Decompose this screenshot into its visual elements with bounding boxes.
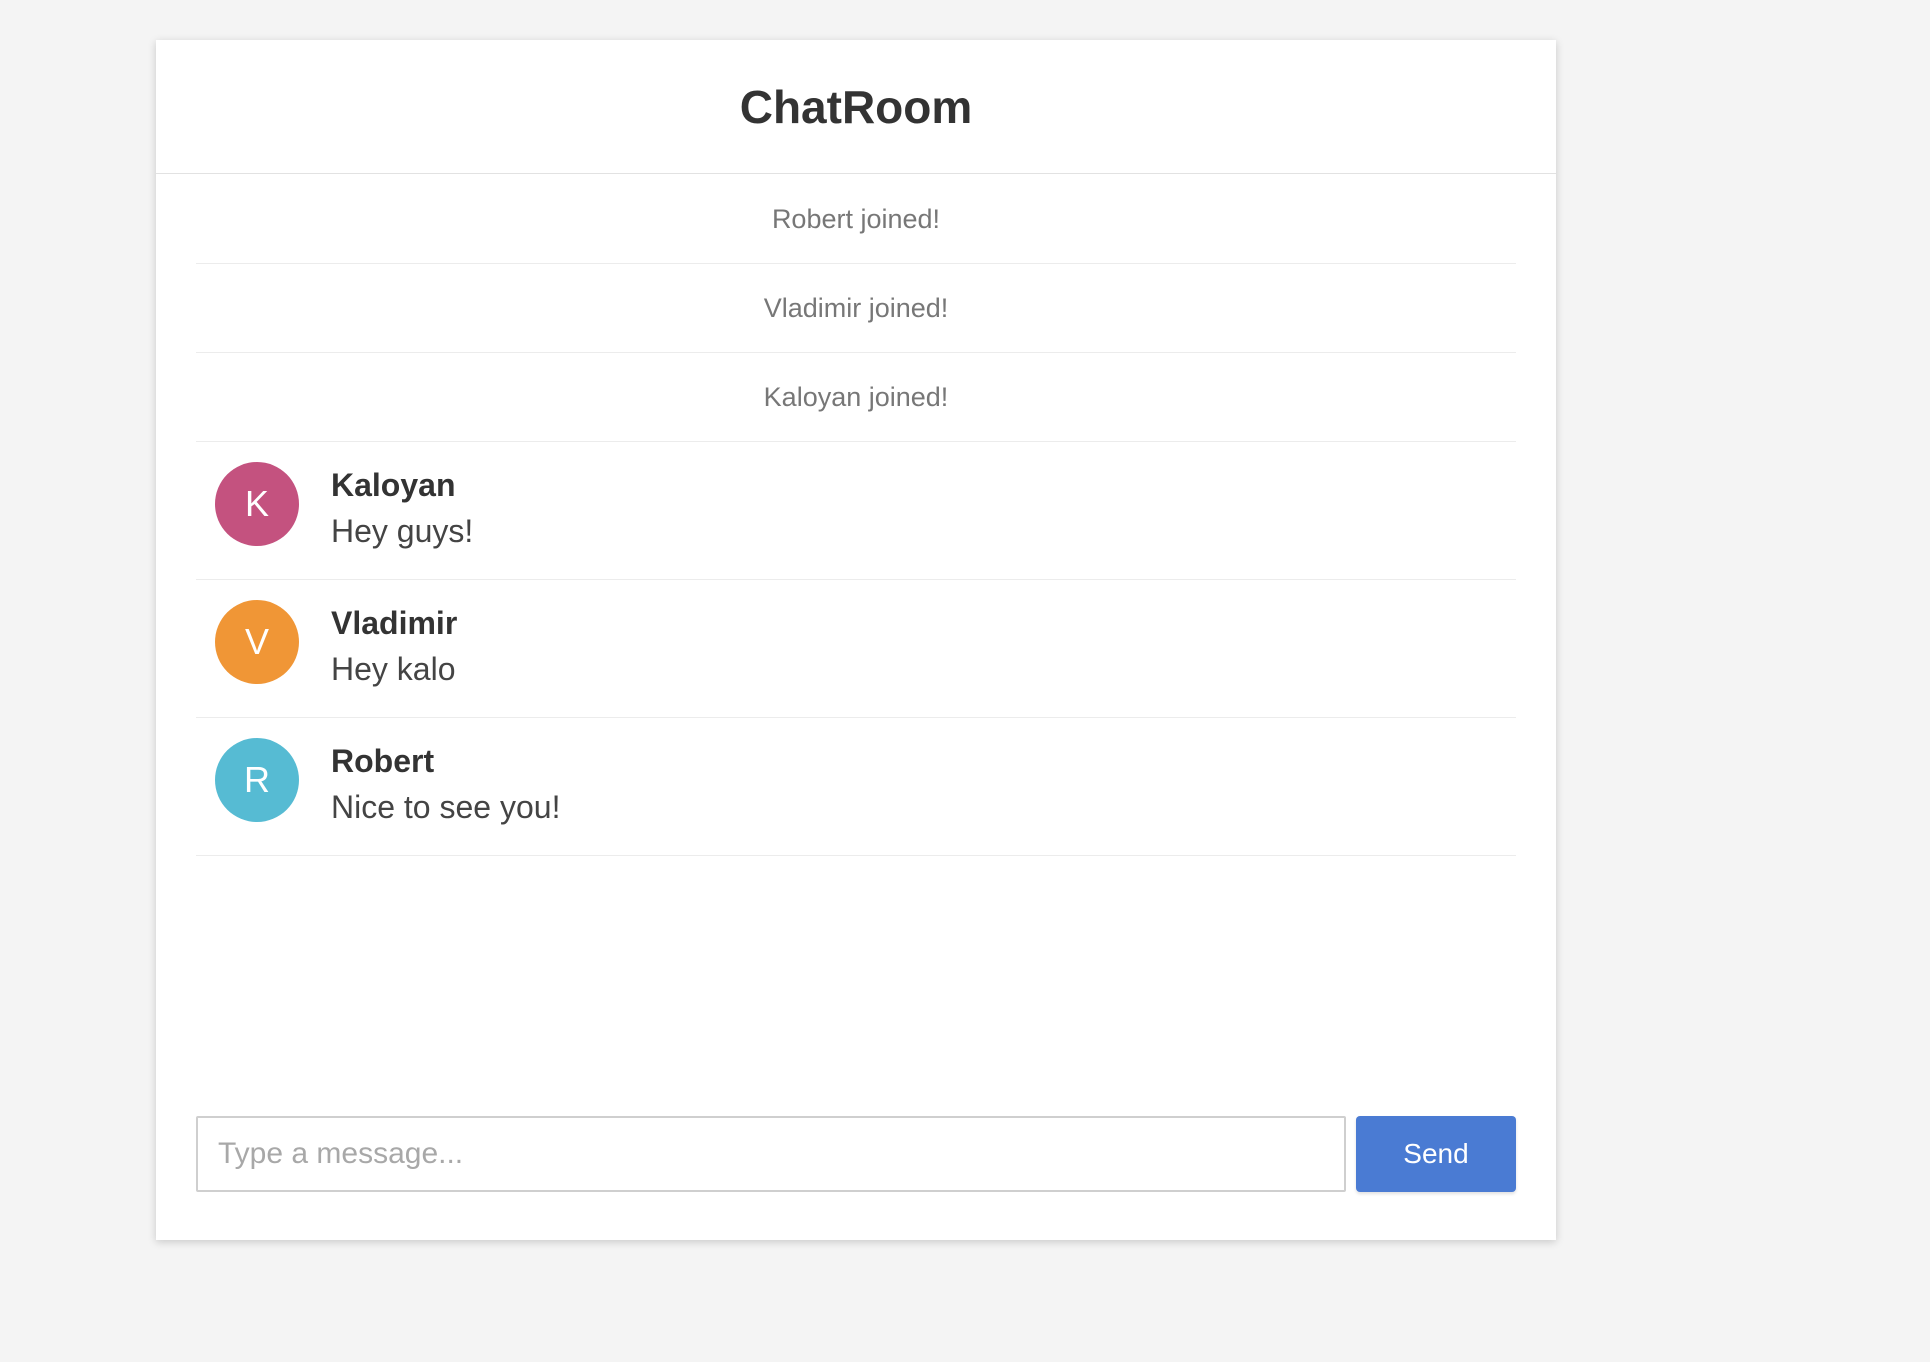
join-notice: Vladimir joined! xyxy=(196,264,1516,353)
message-body: Robert Nice to see you! xyxy=(331,738,560,831)
avatar: V xyxy=(215,600,299,684)
chat-message: V Vladimir Hey kalo xyxy=(196,580,1516,718)
message-list[interactable]: Robert joined! Vladimir joined! Kaloyan … xyxy=(196,175,1516,856)
sender-name: Vladimir xyxy=(331,605,458,641)
send-button[interactable]: Send xyxy=(1356,1116,1516,1192)
message-text: Hey guys! xyxy=(331,513,474,549)
message-input[interactable] xyxy=(196,1116,1346,1192)
message-body: Vladimir Hey kalo xyxy=(331,600,457,693)
avatar: K xyxy=(215,462,299,546)
avatar: R xyxy=(215,738,299,822)
chat-message: K Kaloyan Hey guys! xyxy=(196,442,1516,580)
join-notice: Kaloyan joined! xyxy=(196,353,1516,442)
page-title: ChatRoom xyxy=(739,80,973,133)
message-composer: Send xyxy=(196,1116,1516,1192)
sender-name: Kaloyan xyxy=(331,467,456,503)
chat-window: ChatRoom Robert joined! Vladimir joined!… xyxy=(156,40,1556,1240)
message-body: Kaloyan Hey guys! xyxy=(331,462,473,555)
sender-name: Robert xyxy=(331,743,435,779)
chat-message: R Robert Nice to see you! xyxy=(196,718,1516,856)
message-text: Hey kalo xyxy=(331,651,456,687)
join-notice: Robert joined! xyxy=(196,175,1516,264)
message-text: Nice to see you! xyxy=(331,789,561,825)
chat-header: ChatRoom xyxy=(156,40,1556,174)
